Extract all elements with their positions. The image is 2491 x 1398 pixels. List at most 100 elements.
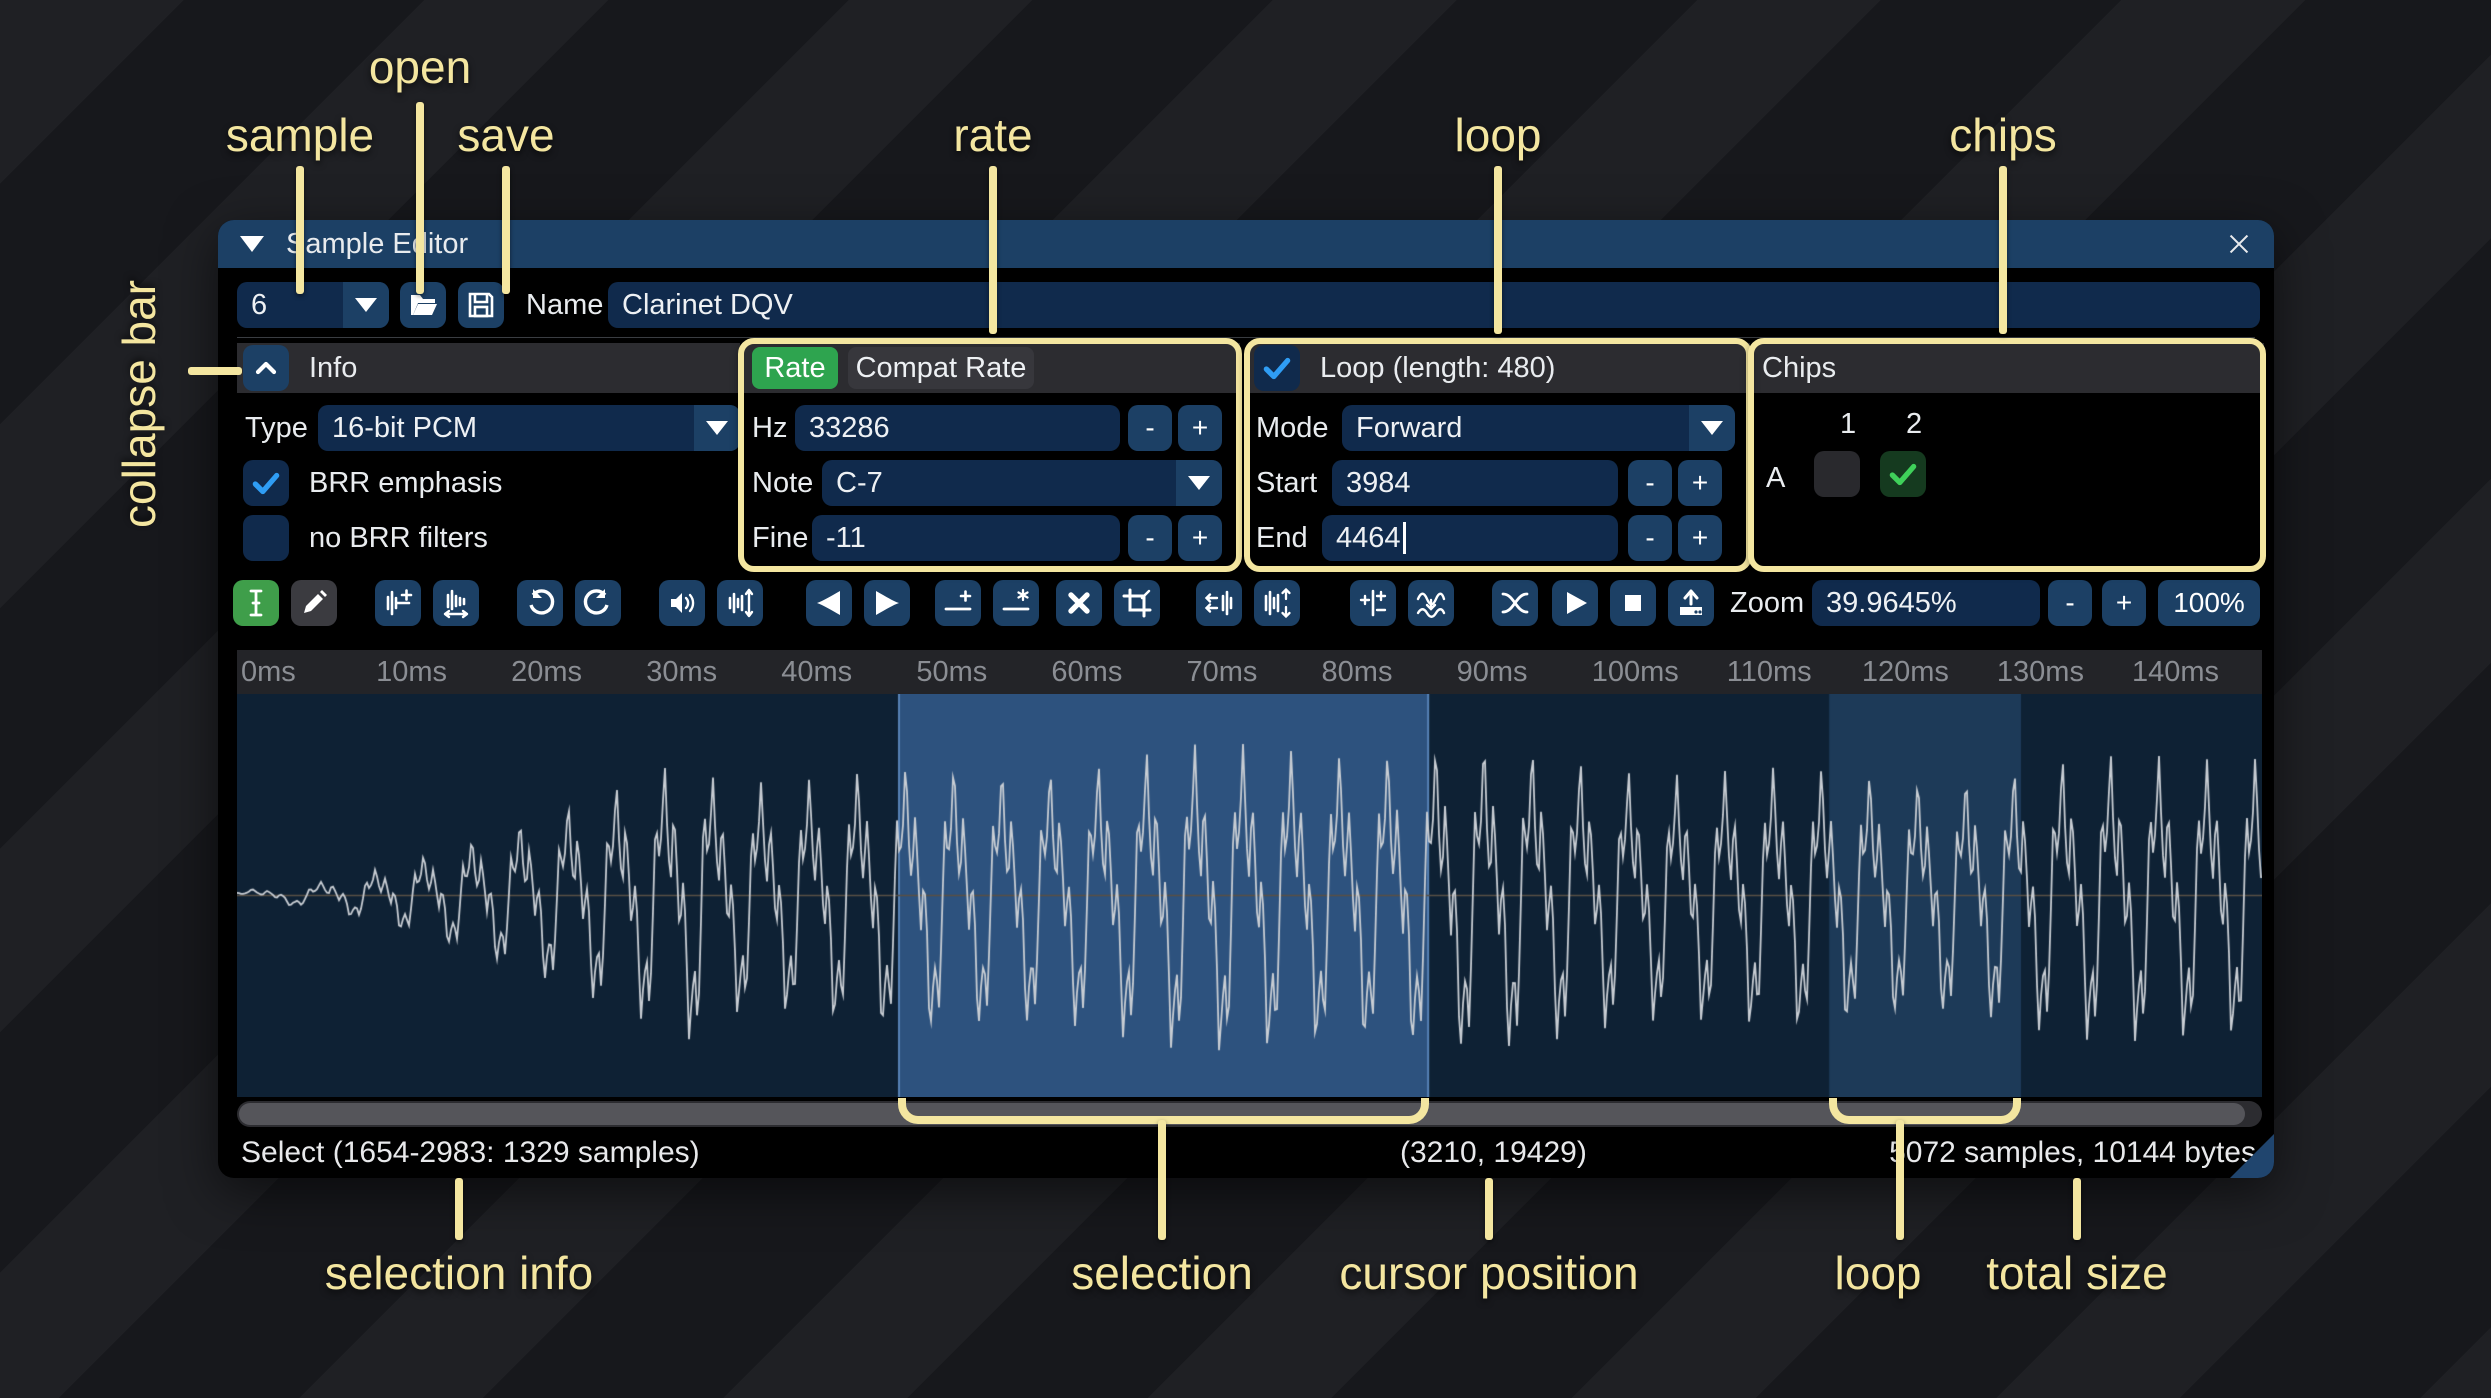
- hz-minus-button[interactable]: -: [1128, 405, 1172, 451]
- loop-mode-arrow[interactable]: [1689, 405, 1735, 451]
- status-cursor-position: (3210, 19429): [1400, 1136, 1587, 1169]
- loop-mode-select[interactable]: Forward: [1342, 405, 1735, 451]
- chevron-down-icon: [355, 298, 377, 312]
- loop-start-input[interactable]: 3984: [1332, 460, 1618, 506]
- stop-icon: [1625, 595, 1641, 611]
- pencil-draw-button[interactable]: [291, 580, 337, 626]
- zoom-plus-button[interactable]: +: [2102, 580, 2146, 626]
- fine-label: Fine: [752, 522, 809, 554]
- name-label: Name: [526, 289, 604, 321]
- crossfade-button[interactable]: [1492, 580, 1538, 626]
- separator: [237, 337, 2255, 338]
- fine-value: -11: [826, 521, 866, 554]
- export-icon: [1680, 589, 1702, 615]
- silence-plus-icon: [944, 590, 972, 611]
- wave-stretch-icon: [443, 589, 469, 619]
- type-select[interactable]: 16-bit PCM: [318, 405, 740, 451]
- chips-title: Chips: [1762, 352, 1837, 384]
- crossfade-icon: [1501, 592, 1529, 614]
- trim-crop-button[interactable]: [1114, 580, 1160, 626]
- window-titlebar[interactable]: Sample Editor: [218, 220, 2274, 268]
- filter-wave-button[interactable]: [1408, 580, 1454, 626]
- name-input[interactable]: Clarinet DQV: [608, 282, 2260, 328]
- ruler-label: 20ms: [511, 656, 583, 688]
- silence-apply-icon: [1002, 588, 1030, 611]
- annotation-collapse-bar: collapse bar: [113, 279, 165, 528]
- note-select-arrow[interactable]: [1176, 460, 1222, 506]
- speaker-icon: [671, 593, 695, 613]
- ibeam-select-button[interactable]: [233, 580, 279, 626]
- fade-in-button[interactable]: [806, 580, 852, 626]
- brr-emphasis-label: BRR emphasis: [309, 467, 503, 499]
- loop-end-plus-button[interactable]: +: [1678, 515, 1722, 561]
- silence-plus-button[interactable]: [935, 580, 981, 626]
- close-button[interactable]: [2222, 227, 2256, 261]
- wave-plus-button[interactable]: [375, 580, 421, 626]
- stop-button[interactable]: [1610, 580, 1656, 626]
- info-panel: Info Type 16-bit PCM BRR emphasis no BRR…: [237, 343, 740, 569]
- note-select[interactable]: C-7: [822, 460, 1222, 506]
- window-collapse-icon[interactable]: [240, 236, 264, 252]
- annotation-line-selection-info: [455, 1178, 463, 1240]
- loop-start-plus-button[interactable]: +: [1678, 460, 1722, 506]
- type-select-arrow[interactable]: [694, 405, 740, 451]
- ruler-label: 100ms: [1591, 656, 1679, 688]
- loop-end-minus-button[interactable]: -: [1628, 515, 1672, 561]
- redo-button[interactable]: [575, 580, 621, 626]
- hz-input[interactable]: 33286: [795, 405, 1120, 451]
- brr-emphasis-checkbox[interactable]: [243, 460, 289, 506]
- compat-rate-tab[interactable]: Compat Rate: [848, 347, 1034, 389]
- chip-2-checkbox[interactable]: [1880, 451, 1926, 497]
- wave-fit-button[interactable]: [717, 580, 763, 626]
- type-value: 16-bit PCM: [332, 411, 478, 444]
- rate-tab[interactable]: Rate: [752, 347, 838, 389]
- wave-stretch-button[interactable]: [433, 580, 479, 626]
- loop-start-label: Start: [1256, 467, 1318, 499]
- fine-plus-button[interactable]: +: [1178, 515, 1222, 561]
- chevron-down-icon: [1188, 476, 1210, 490]
- loop-start-minus-button[interactable]: -: [1628, 460, 1672, 506]
- close-icon: [2229, 234, 2249, 254]
- save-button[interactable]: [458, 282, 504, 328]
- sample-slot-arrow[interactable]: [343, 282, 389, 328]
- reverse-button[interactable]: [1196, 580, 1242, 626]
- resize-grip[interactable]: [2230, 1134, 2274, 1178]
- delete-x-icon: [1068, 592, 1090, 614]
- zoom-reset-button[interactable]: 100%: [2158, 580, 2260, 626]
- export-button[interactable]: [1668, 580, 1714, 626]
- info-collapse-button[interactable]: [243, 345, 289, 391]
- zoom-minus-button[interactable]: -: [2048, 580, 2092, 626]
- invert-button[interactable]: [1254, 580, 1300, 626]
- chips-row-a: A: [1766, 462, 1786, 494]
- hz-label: Hz: [752, 412, 788, 444]
- invert-icon: [1264, 587, 1291, 619]
- ruler-label: 120ms: [1861, 656, 1949, 688]
- undo-button[interactable]: [517, 580, 563, 626]
- loop-end-label: End: [1256, 522, 1308, 554]
- chevron-up-icon: [255, 361, 277, 375]
- loop-end-input[interactable]: 4464: [1322, 515, 1618, 561]
- fine-input[interactable]: -11: [812, 515, 1120, 561]
- sign-offset-button[interactable]: [1350, 580, 1396, 626]
- ruler-label: 10ms: [376, 656, 447, 688]
- silence-apply-button[interactable]: [993, 580, 1039, 626]
- note-label: Note: [752, 467, 814, 499]
- chip-1-checkbox[interactable]: [1814, 451, 1860, 497]
- rate-header: Rate Compat Rate: [742, 343, 1240, 393]
- sample-slot-select[interactable]: 6: [237, 282, 389, 328]
- ibeam-select-icon: [249, 589, 263, 617]
- no-brr-filters-checkbox[interactable]: [243, 515, 289, 561]
- annotation-total-size: total size: [1986, 1247, 2168, 1299]
- loop-checkbox[interactable]: [1254, 345, 1300, 391]
- hz-plus-button[interactable]: +: [1178, 405, 1222, 451]
- zoom-input[interactable]: 39.9645%: [1812, 580, 2040, 626]
- volume-button[interactable]: [659, 580, 705, 626]
- delete-x-button[interactable]: [1056, 580, 1102, 626]
- waveform-canvas[interactable]: [237, 694, 2262, 1097]
- fade-out-button[interactable]: [864, 580, 910, 626]
- ruler[interactable]: 0ms 10ms 20ms 30ms 40ms 50ms 60ms 70ms 80ms 90ms 1…: [237, 650, 2262, 694]
- annotation-cursor-position: cursor position: [1339, 1247, 1639, 1299]
- sample-slot-value: 6: [251, 288, 268, 321]
- fine-minus-button[interactable]: -: [1128, 515, 1172, 561]
- play-button[interactable]: [1552, 580, 1598, 626]
